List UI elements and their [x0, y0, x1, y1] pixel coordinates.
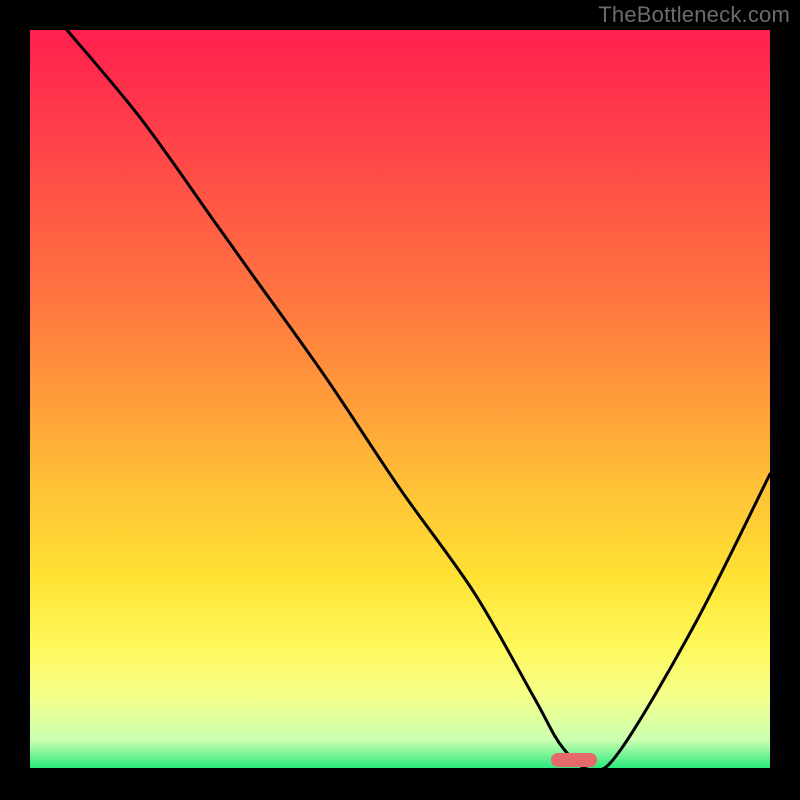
watermark-text: TheBottleneck.com	[598, 2, 790, 28]
bottleneck-plot	[30, 30, 770, 770]
gradient-background	[30, 30, 770, 770]
chart-frame: TheBottleneck.com	[0, 0, 800, 800]
optimal-marker	[551, 753, 597, 767]
